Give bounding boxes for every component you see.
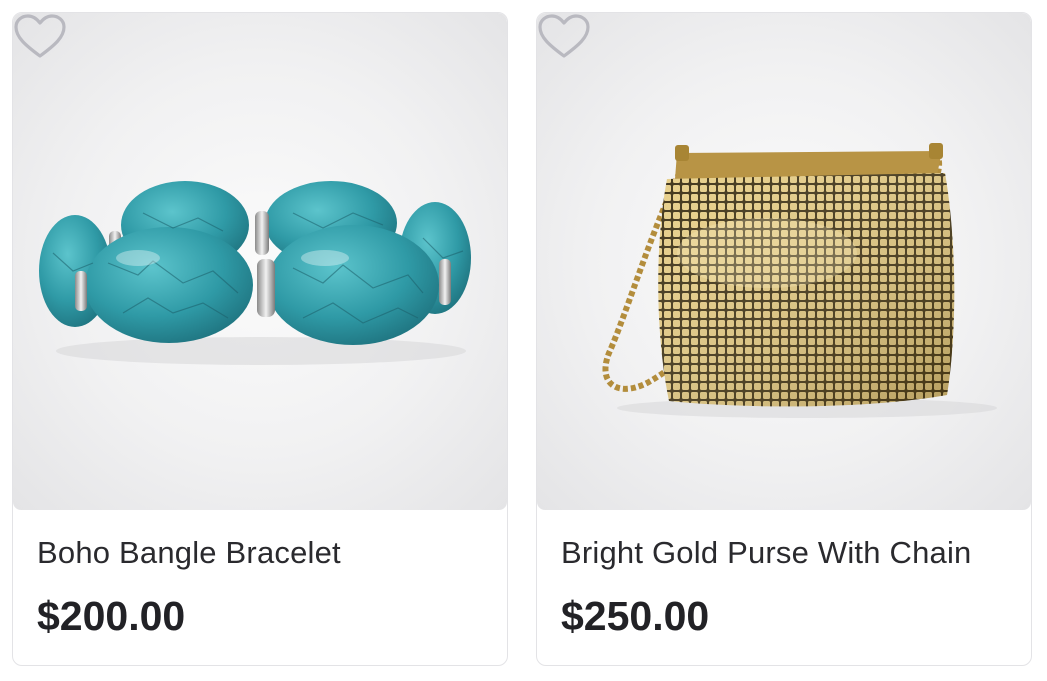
heart-outline-icon[interactable]: [13, 13, 67, 61]
bracelet-image: [39, 181, 471, 365]
product-card[interactable]: Boho Bangle Bracelet $200.00: [12, 12, 508, 666]
product-image[interactable]: [13, 13, 507, 510]
product-price: $200.00: [37, 593, 186, 639]
product-title[interactable]: Bright Gold Purse With Chain: [561, 535, 972, 571]
product-card[interactable]: Bright Gold Purse With Chain $250.00: [536, 12, 1032, 666]
product-price: $250.00: [561, 593, 710, 639]
product-grid: Boho Bangle Bracelet $200.00 Bright Gold…: [0, 0, 1047, 681]
product-title[interactable]: Boho Bangle Bracelet: [37, 535, 341, 571]
product-image[interactable]: [537, 13, 1031, 510]
heart-outline-icon[interactable]: [537, 13, 591, 61]
purse-image: [602, 143, 997, 418]
